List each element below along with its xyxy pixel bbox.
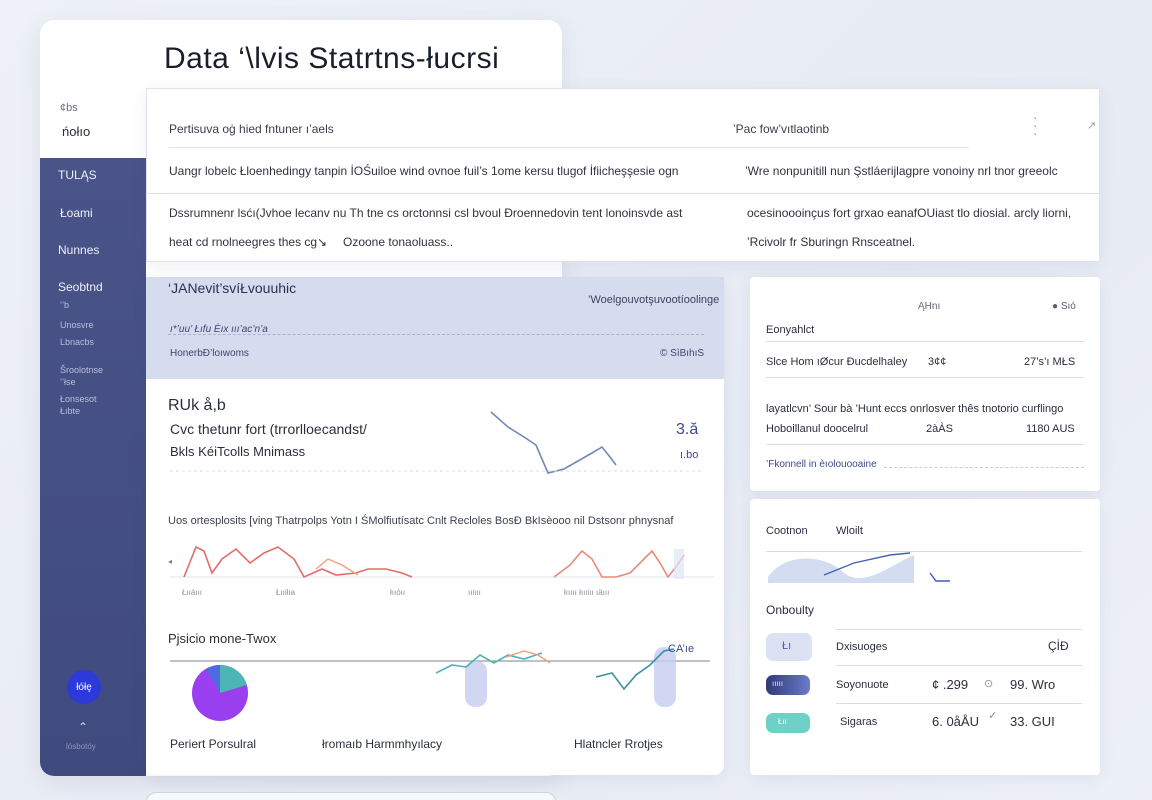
row-value: 27’s’ı MŁS bbox=[1024, 356, 1076, 368]
table-header-col1: Pertisuva oġ hied fntuner ı’aels bbox=[169, 122, 334, 136]
area-line-2 bbox=[929, 572, 950, 582]
dropdown-icon[interactable]: ⊙ bbox=[984, 677, 993, 690]
summary-panel: ĄHnı ● Sıó Eonyahlct Slce Hom ıØcur Ðucd… bbox=[750, 277, 1100, 491]
line-teal bbox=[435, 652, 543, 674]
sidebar-footer: lósbotóy bbox=[66, 742, 96, 751]
table-cell: Uangr lobelc Łloenhedingy tanpin İOŚuilo… bbox=[169, 164, 679, 178]
sidebar-subitem[interactable]: Łıbte bbox=[60, 406, 80, 416]
column-header: ĄHnı bbox=[918, 301, 941, 312]
mini-area-chart bbox=[768, 552, 950, 583]
page-title: Data ‘\lvis Statrtns-łucrsi bbox=[164, 42, 500, 75]
section-title: Uos ortesplosits [ving Thatrpolps Yotn I… bbox=[168, 515, 674, 527]
sidebar-item-seobtnd[interactable]: Seobtnd bbox=[58, 280, 103, 294]
divider bbox=[169, 147, 969, 148]
area-shape bbox=[768, 555, 914, 583]
sidebar-subitem[interactable]: Łonsesot bbox=[60, 394, 97, 404]
sidebar-subitem[interactable]: ‘’b bbox=[60, 300, 69, 310]
sidebar-subitem[interactable]: Lbnacbs bbox=[60, 337, 94, 347]
divider bbox=[836, 703, 1082, 704]
divider bbox=[147, 193, 1101, 194]
wave-series-coral-2 bbox=[553, 549, 685, 579]
row-value: 3¢¢ bbox=[928, 356, 947, 368]
column-header: Wloilt bbox=[836, 525, 863, 537]
table-cell: ’Rcivolr fr Sburingn Rnsceatnel. bbox=[747, 235, 916, 249]
row-label: Dxisuoges bbox=[836, 641, 888, 653]
footer-label: Hlatncler Rrotjes bbox=[574, 737, 663, 751]
row-value: 2àÀS bbox=[926, 423, 953, 435]
row-value: 6. 0åÅU bbox=[932, 714, 979, 729]
row-value: ¢ .299 bbox=[932, 677, 969, 692]
resize-icon[interactable]: ↗ bbox=[1087, 119, 1096, 132]
axis-label: Łııiłıa bbox=[276, 588, 296, 597]
axis-label: ııiııı bbox=[468, 588, 481, 597]
axis-label: łııııı łıııiıı ıäııı bbox=[564, 588, 610, 597]
table-cell: heat cd rnolneegres thes cg bbox=[169, 235, 318, 249]
sidebar: TULĄS Łoami Nunnes Seobtnd ‘’b Unosvre L… bbox=[40, 158, 146, 776]
wave-series-orange bbox=[315, 558, 359, 576]
section-title: Pjsicio mone-Twox bbox=[168, 631, 277, 646]
chart-axis-icon: ◂ bbox=[168, 557, 172, 566]
wave-highlight bbox=[674, 549, 684, 579]
footer-label: Periert Porsulral bbox=[170, 737, 257, 751]
breakdown-panel: Cootnon Wloilt Onboulty Łı Dxisuoges ÇİÐ… bbox=[750, 499, 1100, 775]
row-label: Soyonuote bbox=[836, 679, 889, 691]
check-icon: ↘ bbox=[317, 235, 328, 249]
row-pill-label: Łıı bbox=[778, 717, 787, 726]
sidebar-subitem[interactable]: Šroolotnse bbox=[60, 365, 103, 375]
row-pill-label: Łı bbox=[782, 640, 792, 652]
sidebar-item-loami[interactable]: Łoami bbox=[60, 206, 93, 220]
row-value: ÇİÐ bbox=[1048, 639, 1069, 653]
sidebar-item-nunnes[interactable]: Nunnes bbox=[58, 243, 99, 257]
column-header: ● Sıó bbox=[1052, 301, 1076, 312]
row-label: Hoboillanul doocelrul bbox=[766, 423, 869, 435]
section-title: Eonyahlct bbox=[766, 324, 815, 336]
row-pill-label: ııııı bbox=[772, 679, 784, 688]
avatar[interactable]: łółę bbox=[67, 670, 101, 704]
sidebar-item-tulas[interactable]: TULĄS bbox=[58, 168, 97, 182]
table-header-col2: ’Pac fow’vıtlaotinb bbox=[733, 122, 830, 136]
sidebar-subitem[interactable]: Unosvre bbox=[60, 320, 94, 330]
row-value: 33. GUI bbox=[1010, 714, 1055, 729]
row-value: 1180 AUS bbox=[1026, 423, 1075, 435]
bar-left bbox=[465, 661, 487, 707]
divider bbox=[766, 377, 1084, 378]
section-title: Onboulty bbox=[766, 603, 815, 617]
table-cell: Ozoone tonaoluass.. bbox=[343, 235, 454, 249]
axis-label: Łııáııı bbox=[182, 588, 203, 597]
divider bbox=[884, 467, 1084, 468]
meta-label: ¢bs bbox=[60, 102, 78, 114]
row-label: Sigaras bbox=[840, 716, 878, 728]
divider bbox=[836, 629, 1082, 630]
analytics-card: ‘JANevit’svíŁvouuhic ’Woelgouvotşuvootío… bbox=[146, 277, 724, 775]
pie-chart bbox=[192, 664, 248, 721]
bottom-tab[interactable] bbox=[146, 792, 556, 800]
table-cell: Dssrumnenr lsćı(Jvhoe lecanv nu Th tne c… bbox=[169, 206, 683, 220]
table-cell: ocesinoooinçus fort grxao eanafOUiast tl… bbox=[747, 206, 1072, 220]
panel-footer-link[interactable]: ’Fkonnell in èıolouooaine bbox=[766, 459, 877, 470]
info-table-panel: Pertisuva oġ hied fntuner ı’aels ’Pac fo… bbox=[146, 88, 1101, 262]
axis-label: łııóıı bbox=[390, 588, 406, 597]
footer-label: łromaıb Harmmhyılacy bbox=[322, 737, 443, 751]
divider bbox=[766, 341, 1084, 342]
chart-corner-label: CA’ıе bbox=[668, 643, 695, 655]
row-value: 99. Wro bbox=[1010, 677, 1056, 692]
kpi-sparkline bbox=[490, 411, 617, 474]
divider bbox=[836, 665, 1082, 666]
row-pill[interactable] bbox=[766, 713, 810, 733]
meta-value: ńołıo bbox=[62, 124, 91, 139]
chevron-up-icon[interactable]: ⌃ bbox=[78, 720, 88, 734]
bar-right bbox=[654, 647, 676, 707]
check-icon: ✓ bbox=[988, 710, 998, 722]
column-header: Cootnon bbox=[766, 525, 808, 537]
more-icon[interactable]: · · · bbox=[1033, 110, 1038, 140]
divider bbox=[766, 444, 1084, 445]
sidebar-subitem[interactable]: ‘’łse bbox=[60, 377, 76, 387]
row-label: Slce Hom ıØcur Ðucdelhaley bbox=[766, 356, 908, 368]
table-cell: ’Wre nonpunitill nun Şstláerĳlagpre vono… bbox=[745, 164, 1058, 178]
paragraph: layatlcvn’ Sour bà ’Hunt eccs onrlosver … bbox=[766, 403, 1064, 415]
wave-series-coral bbox=[183, 545, 413, 579]
